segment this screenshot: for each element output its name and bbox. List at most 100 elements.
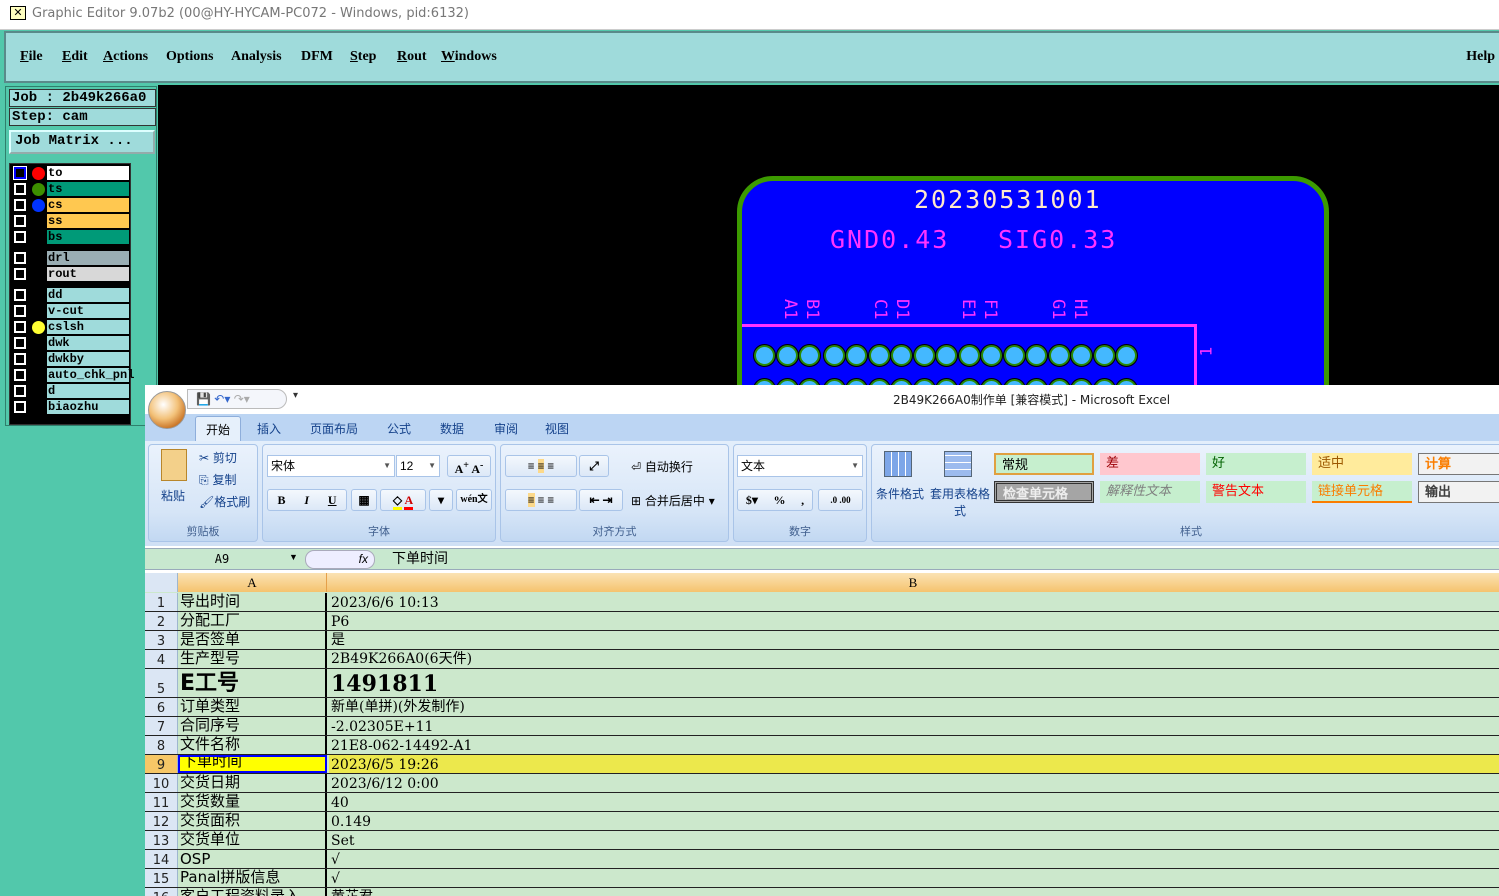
job-matrix-button[interactable]: Job Matrix ... xyxy=(9,130,155,154)
layer-name[interactable]: ts xyxy=(47,182,129,196)
layer-checkbox[interactable] xyxy=(14,321,26,333)
row-header[interactable]: 8 xyxy=(145,736,178,754)
tab-3[interactable]: 公式 xyxy=(387,420,411,437)
menu-actions[interactable]: Actions xyxy=(103,49,148,65)
layer-checkbox[interactable] xyxy=(14,385,26,397)
row-header[interactable]: 6 xyxy=(145,698,178,716)
menu-dfm[interactable]: DFM xyxy=(301,49,333,65)
cell-a[interactable]: 导出时间 xyxy=(178,593,327,611)
table-row[interactable]: 6 订单类型 新单(单拼)(外发制作) xyxy=(145,698,1499,717)
cell-b[interactable]: 黄芷君 xyxy=(329,888,1499,896)
italic-button[interactable]: I xyxy=(304,490,309,510)
layer-checkbox[interactable] xyxy=(14,353,26,365)
cell-b[interactable]: P6 xyxy=(329,612,1499,630)
layer-row[interactable]: dwk xyxy=(12,336,130,351)
paste-button[interactable]: 粘贴 xyxy=(161,487,185,504)
row-header[interactable]: 15 xyxy=(145,869,178,887)
table-row[interactable]: 14 OSP √ xyxy=(145,850,1499,869)
redo-icon[interactable]: ↷▾ xyxy=(234,392,250,406)
font-size-select[interactable]: 12 ▼ xyxy=(396,455,440,477)
layer-row[interactable]: ts xyxy=(12,182,130,197)
layer-name[interactable]: to xyxy=(47,166,129,180)
cut-button[interactable]: ✂ 剪切 xyxy=(199,449,237,466)
layer-row[interactable]: dd xyxy=(12,288,130,303)
table-row[interactable]: 10 交货日期 2023/6/12 0:00 xyxy=(145,774,1499,793)
cell-a[interactable]: 是否签单 xyxy=(178,631,327,649)
table-row[interactable]: 4 生产型号 2B49K266A0(6天件) xyxy=(145,650,1499,669)
row-header[interactable]: 3 xyxy=(145,631,178,649)
graphic-canvas[interactable]: 20230531001 GND0.43 SIG0.33 A1 B1 C1 D1 E1 F1… xyxy=(158,85,1499,385)
layer-name[interactable]: auto_chk_pnl xyxy=(47,368,134,382)
style-cell[interactable]: 链接单元格 xyxy=(1312,481,1412,503)
style-cell[interactable]: 好 xyxy=(1206,453,1306,475)
row-header[interactable]: 4 xyxy=(145,650,178,668)
row-header[interactable]: 16 xyxy=(145,888,178,896)
cell-a[interactable]: 交货日期 xyxy=(178,774,327,792)
save-icon[interactable]: 💾 xyxy=(196,392,211,406)
layer-name[interactable]: dwkby xyxy=(47,352,129,366)
cell-a[interactable]: 下单时间 xyxy=(178,755,327,773)
cell-a[interactable]: E工号 xyxy=(178,669,327,697)
cell-a[interactable]: OSP xyxy=(178,850,327,868)
office-button[interactable] xyxy=(148,391,186,429)
layer-checkbox[interactable] xyxy=(14,369,26,381)
row-header[interactable]: 10 xyxy=(145,774,178,792)
layer-checkbox[interactable] xyxy=(14,268,26,280)
cell-b[interactable]: 2B49K266A0(6天件) xyxy=(329,650,1499,668)
layer-name[interactable]: ss xyxy=(47,214,129,228)
layer-checkbox[interactable] xyxy=(14,199,26,211)
cell-b[interactable]: 0.149 xyxy=(329,812,1499,830)
style-cell[interactable]: 检查单元格 xyxy=(994,481,1094,503)
horizontal-align-buttons[interactable]: ≡ ≡ ≡ xyxy=(505,489,577,511)
cell-a[interactable]: 分配工厂 xyxy=(178,612,327,630)
layer-row[interactable]: d xyxy=(12,384,130,399)
cell-b[interactable]: 2023/6/6 10:13 xyxy=(329,593,1499,611)
row-header[interactable]: 11 xyxy=(145,793,178,811)
layer-row[interactable]: rout xyxy=(12,267,130,282)
cell-b[interactable]: 1491811 xyxy=(329,669,1499,697)
cell-a[interactable]: 交货面积 xyxy=(178,812,327,830)
layer-checkbox[interactable] xyxy=(14,401,26,413)
style-cell[interactable]: 计算 xyxy=(1418,453,1499,475)
style-cell[interactable]: 常规 xyxy=(994,453,1094,475)
table-row[interactable]: 12 交货面积 0.149 xyxy=(145,812,1499,831)
tab-6[interactable]: 视图 xyxy=(545,420,569,437)
undo-icon[interactable]: ↶▾ xyxy=(214,392,230,406)
table-row[interactable]: 9 下单时间 2023/6/5 19:26 xyxy=(145,755,1499,774)
table-row[interactable]: 5 E工号 1491811 xyxy=(145,669,1499,698)
font-color-button[interactable]: ▾ xyxy=(429,489,453,511)
layer-name[interactable]: drl xyxy=(47,251,129,265)
column-header-b[interactable]: B xyxy=(327,573,1499,592)
menu-options[interactable]: Options xyxy=(166,49,213,65)
layer-row[interactable]: ss xyxy=(12,214,130,229)
cell-a[interactable]: 交货单位 xyxy=(178,831,327,849)
currency-button[interactable]: $▾ xyxy=(746,490,758,510)
layer-checkbox[interactable] xyxy=(14,337,26,349)
vertical-align-buttons[interactable]: ≡ ≡ ≡ xyxy=(505,455,577,477)
insert-function-button[interactable]: fx xyxy=(305,550,375,569)
cell-b[interactable]: 21E8-062-14492-A1 xyxy=(329,736,1499,754)
layer-row[interactable]: bs xyxy=(12,230,130,245)
style-cell[interactable]: 差 xyxy=(1100,453,1200,475)
copy-button[interactable]: ⎘ 复制 xyxy=(199,471,236,488)
cell-b[interactable]: 2023/6/12 0:00 xyxy=(329,774,1499,792)
menu-help[interactable]: Help xyxy=(1466,49,1495,65)
customize-qat-icon[interactable]: ▾ xyxy=(293,390,298,401)
select-all-button[interactable] xyxy=(145,573,178,592)
number-format-select[interactable]: 文本 ▼ xyxy=(737,455,863,477)
style-cell[interactable]: 解释性文本 xyxy=(1100,481,1200,503)
table-row[interactable]: 16客户工程资料录入黄芷君 xyxy=(145,888,1499,896)
cell-a[interactable]: 客户工程资料录入 xyxy=(178,888,327,896)
layer-checkbox[interactable] xyxy=(13,166,27,180)
tab-1[interactable]: 插入 xyxy=(257,420,281,437)
decimal-buttons[interactable]: .0 .00 xyxy=(818,489,863,511)
layer-name[interactable]: cs xyxy=(47,198,129,212)
phonetic-button[interactable]: wén文 xyxy=(456,489,492,511)
layer-row[interactable]: to xyxy=(12,166,130,181)
style-cell[interactable]: 适中 xyxy=(1312,453,1412,475)
style-cell[interactable]: 警告文本 xyxy=(1206,481,1306,503)
layer-name[interactable]: v-cut xyxy=(47,304,129,318)
layer-row[interactable]: dwkby xyxy=(12,352,130,367)
row-header[interactable]: 9 xyxy=(145,755,178,773)
menu-file[interactable]: File xyxy=(20,49,43,65)
